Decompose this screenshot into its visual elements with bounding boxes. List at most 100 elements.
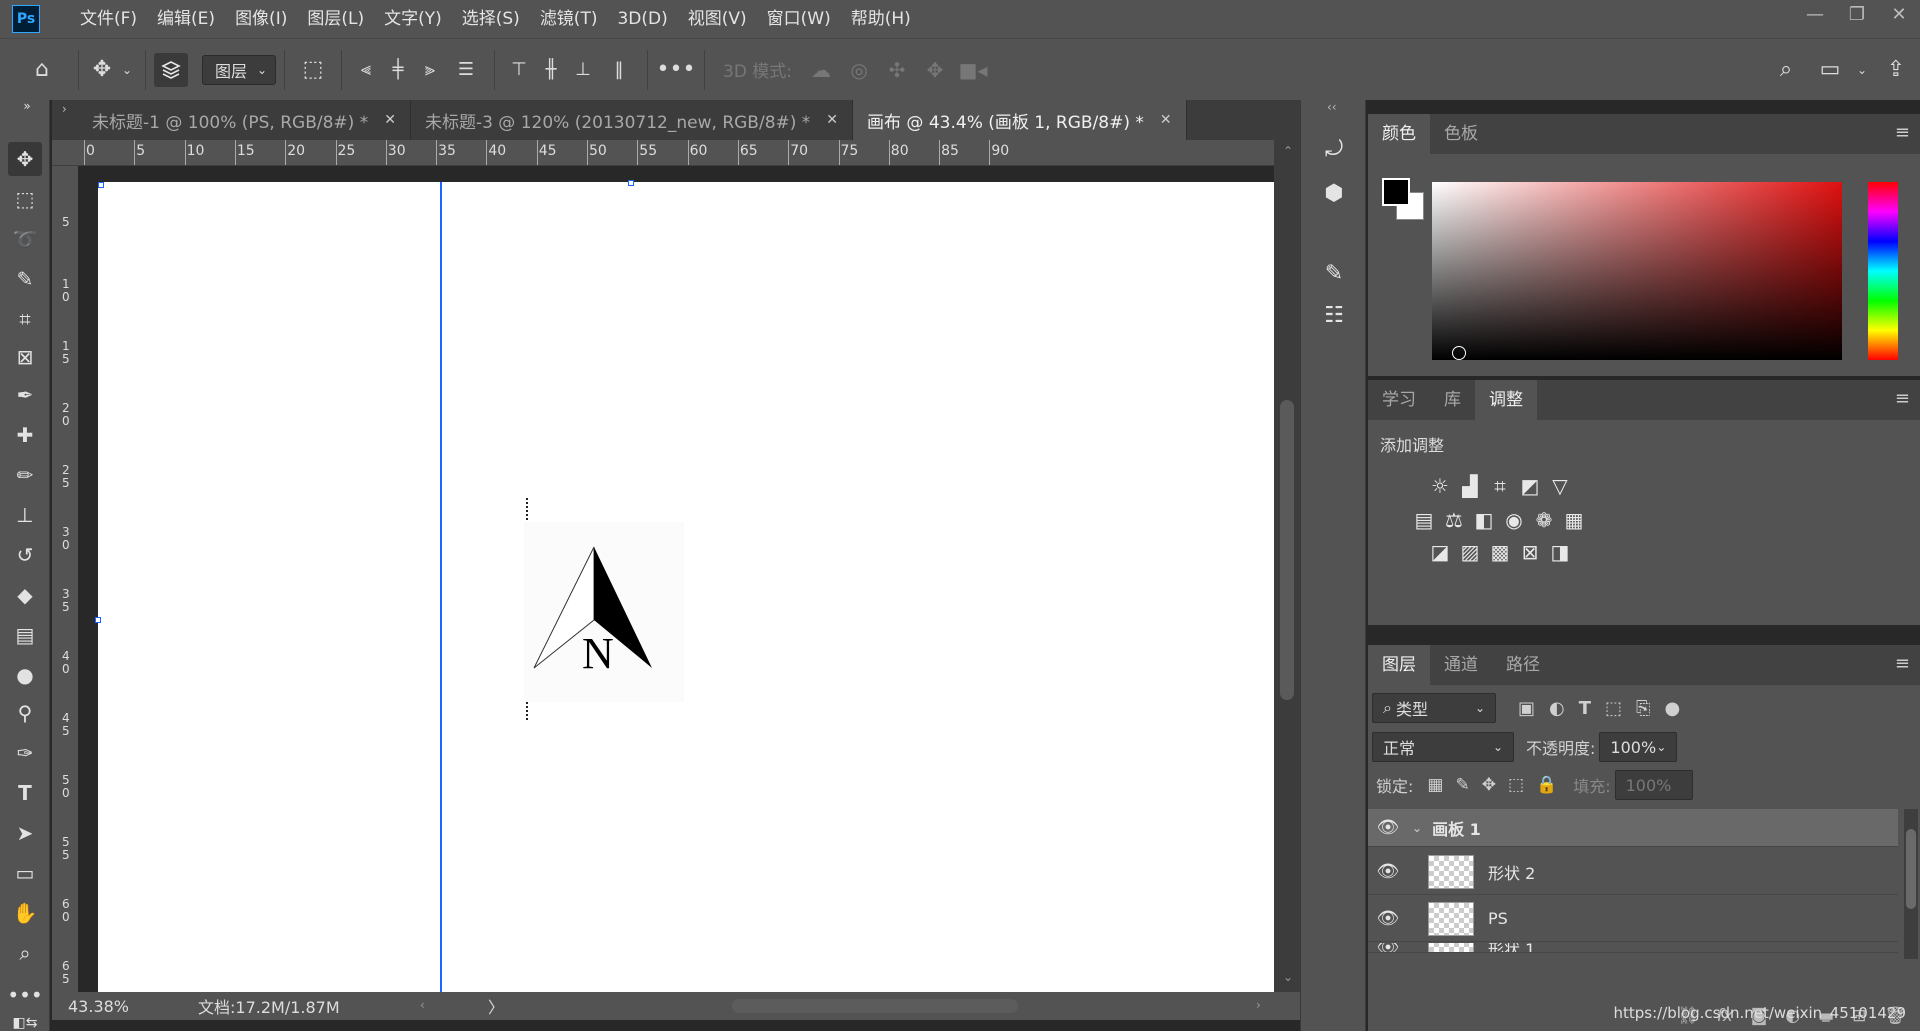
- artboard-handle[interactable]: [95, 617, 101, 623]
- 3d-panel-icon[interactable]: ⬢: [1315, 174, 1353, 212]
- align-right-icon[interactable]: ⫸: [414, 49, 446, 91]
- workspace-icon[interactable]: ▭: [1808, 49, 1852, 91]
- lock-position-icon[interactable]: ✥: [1482, 775, 1496, 795]
- exposure-icon[interactable]: ◩: [1516, 472, 1544, 500]
- collapse-chevron-icon[interactable]: »: [10, 99, 44, 113]
- opacity-input[interactable]: 100% ⌄: [1599, 732, 1678, 762]
- tab-swatches[interactable]: 色板: [1430, 114, 1492, 154]
- vibrance-icon[interactable]: ▽: [1546, 472, 1574, 500]
- default-colors-icon[interactable]: ◧⇆: [8, 1006, 42, 1031]
- menu-help[interactable]: 帮助(H): [841, 0, 921, 38]
- color-picker-cursor[interactable]: [1452, 346, 1466, 360]
- share-icon[interactable]: ⇪: [1872, 49, 1920, 91]
- scroll-down-icon[interactable]: ⌄: [1283, 970, 1293, 984]
- properties-panel-icon[interactable]: ☷: [1315, 296, 1353, 334]
- channel-mixer-icon[interactable]: ❁: [1530, 506, 1558, 534]
- auto-select-dropdown[interactable]: 图层 ⌄: [202, 54, 276, 85]
- menu-select[interactable]: 选择(S): [452, 0, 530, 38]
- expand-chevron-icon[interactable]: ⌄: [1412, 821, 1422, 835]
- menu-view[interactable]: 视图(V): [678, 0, 757, 38]
- menu-window[interactable]: 窗口(W): [757, 0, 841, 38]
- orbit-3d-icon[interactable]: ☁: [802, 49, 840, 91]
- menu-file[interactable]: 文件(F): [70, 0, 147, 38]
- tab-canvas[interactable]: 画布 @ 43.4% (画板 1, RGB/8#) * ✕: [853, 100, 1187, 140]
- vertical-scrollbar[interactable]: ⌃ ⌄: [1274, 140, 1300, 992]
- posterize-icon[interactable]: ▨: [1456, 538, 1484, 566]
- tab-adjustments[interactable]: 调整: [1475, 380, 1537, 420]
- guide-line[interactable]: [440, 182, 442, 992]
- lasso-tool-icon[interactable]: ➰: [8, 222, 42, 256]
- tab-untitled-1[interactable]: 未标题-1 @ 100% (PS, RGB/8#) * ✕: [78, 100, 411, 140]
- lock-pixels-icon[interactable]: ✎: [1455, 775, 1469, 795]
- tab-paths[interactable]: 路径: [1492, 645, 1554, 685]
- panel-menu-icon[interactable]: ≡: [1895, 122, 1910, 143]
- hand-tool-icon[interactable]: ✋: [8, 896, 42, 930]
- brush-tool-icon[interactable]: ✏: [8, 458, 42, 492]
- visibility-eye-icon[interactable]: 👁: [1368, 908, 1408, 929]
- frame-tool-icon[interactable]: ⊠: [8, 340, 42, 374]
- close-icon[interactable]: ✕: [384, 112, 396, 128]
- panel-menu-icon[interactable]: ≡: [1895, 388, 1910, 409]
- fill-input[interactable]: 100%: [1614, 770, 1693, 800]
- menu-type[interactable]: 文字(Y): [374, 0, 452, 38]
- collapse-panels-icon[interactable]: ›: [52, 100, 78, 140]
- chevron-down-icon[interactable]: ⌄: [1852, 49, 1872, 91]
- auto-select-icon[interactable]: [154, 52, 188, 87]
- artboard-handle[interactable]: [628, 180, 634, 186]
- blur-tool-icon[interactable]: ●: [8, 658, 42, 692]
- close-button[interactable]: ✕: [1878, 0, 1920, 32]
- vertical-scroll-thumb[interactable]: [1280, 400, 1294, 700]
- horizontal-scroll-thumb[interactable]: [732, 999, 1018, 1013]
- history-brush-tool-icon[interactable]: ↺: [8, 538, 42, 572]
- color-lookup-icon[interactable]: ▦: [1560, 506, 1588, 534]
- menu-edit[interactable]: 编辑(E): [147, 0, 225, 38]
- transform-controls-icon[interactable]: ⬚: [293, 49, 333, 91]
- menu-3d[interactable]: 3D(D): [607, 0, 677, 38]
- filter-toggle-icon[interactable]: ●: [1664, 698, 1680, 719]
- pixel-filter-icon[interactable]: ▣: [1518, 698, 1535, 719]
- distribute-horizontal-icon[interactable]: ☰: [446, 49, 486, 91]
- selective-color-icon[interactable]: ⊠: [1516, 538, 1544, 566]
- brush-settings-icon[interactable]: ✎: [1315, 254, 1353, 292]
- vertical-ruler[interactable]: 0 5 10 15 20 25 30 35 40 45 50 55 60 65: [52, 166, 78, 992]
- smart-object-filter-icon[interactable]: ⎘: [1636, 698, 1650, 719]
- stamp-tool-icon[interactable]: ⊥: [8, 498, 42, 532]
- home-icon[interactable]: ⌂: [14, 49, 70, 91]
- align-left-icon[interactable]: ⫷: [350, 49, 382, 91]
- restore-button[interactable]: ❐: [1836, 0, 1878, 32]
- gradient-map-icon[interactable]: ◨: [1546, 538, 1574, 566]
- move-tool-icon[interactable]: ✥: [87, 49, 117, 91]
- marquee-tool-icon[interactable]: ⬚: [8, 182, 42, 216]
- scroll-right-icon[interactable]: ›: [1256, 998, 1261, 1012]
- type-tool-icon[interactable]: T: [8, 776, 42, 810]
- search-icon[interactable]: ⌕: [1764, 49, 1808, 91]
- type-filter-icon[interactable]: T: [1579, 698, 1591, 719]
- color-balance-icon[interactable]: ⚖: [1440, 506, 1468, 534]
- chevron-down-icon[interactable]: ⌄: [117, 49, 137, 91]
- scroll-left-icon[interactable]: ‹: [420, 998, 425, 1012]
- panel-menu-icon[interactable]: ≡: [1895, 653, 1910, 674]
- adjustment-filter-icon[interactable]: ◐: [1549, 698, 1565, 719]
- distribute-vertical-icon[interactable]: ‖: [599, 49, 639, 91]
- rectangle-tool-icon[interactable]: ▭: [8, 856, 42, 890]
- align-middle-icon[interactable]: ╫: [535, 49, 567, 91]
- pan-3d-icon[interactable]: ✣: [878, 49, 916, 91]
- menu-image[interactable]: 图像(I): [225, 0, 297, 38]
- close-icon[interactable]: ✕: [826, 112, 838, 128]
- scale-3d-icon[interactable]: ■◂: [954, 49, 992, 91]
- invert-icon[interactable]: ◪: [1426, 538, 1454, 566]
- more-icon[interactable]: •••: [656, 49, 696, 91]
- minimize-button[interactable]: —: [1794, 0, 1836, 32]
- menu-layer[interactable]: 图层(L): [297, 0, 374, 38]
- move-tool-icon[interactable]: ✥: [8, 142, 42, 176]
- tab-color[interactable]: 颜色: [1368, 114, 1430, 154]
- blend-mode-dropdown[interactable]: 正常 ⌄: [1372, 732, 1514, 762]
- lock-all-icon[interactable]: 🔒: [1536, 775, 1557, 795]
- horizontal-ruler[interactable]: 0 5 10 15 20 25 30 35 40 45 50 55 60 65 70 75 80 85 90: [52, 140, 1274, 166]
- align-top-icon[interactable]: ⊤: [503, 49, 535, 91]
- gradient-tool-icon[interactable]: ▤: [8, 618, 42, 652]
- brightness-icon[interactable]: ☼: [1426, 472, 1454, 500]
- status-arrow-icon[interactable]: 〉: [488, 994, 518, 1018]
- roll-3d-icon[interactable]: ◎: [840, 49, 878, 91]
- path-select-tool-icon[interactable]: ➤: [8, 816, 42, 850]
